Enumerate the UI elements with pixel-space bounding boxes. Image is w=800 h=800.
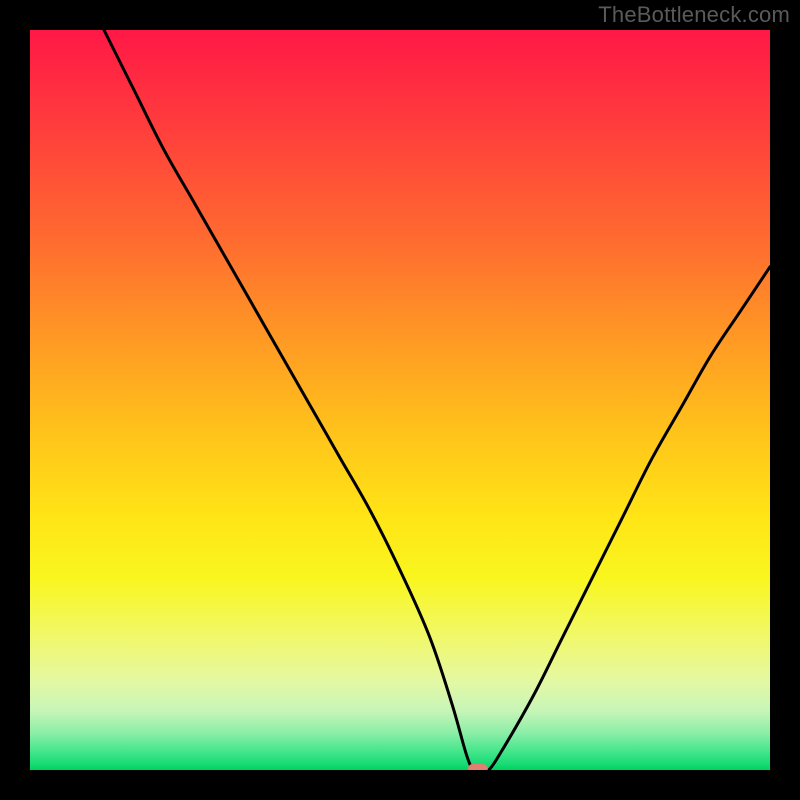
curve-svg xyxy=(30,30,770,770)
bottleneck-curve xyxy=(104,30,770,770)
minimum-marker xyxy=(468,764,488,770)
watermark-text: TheBottleneck.com xyxy=(598,2,790,28)
plot-area xyxy=(30,30,770,770)
chart-frame: TheBottleneck.com xyxy=(0,0,800,800)
